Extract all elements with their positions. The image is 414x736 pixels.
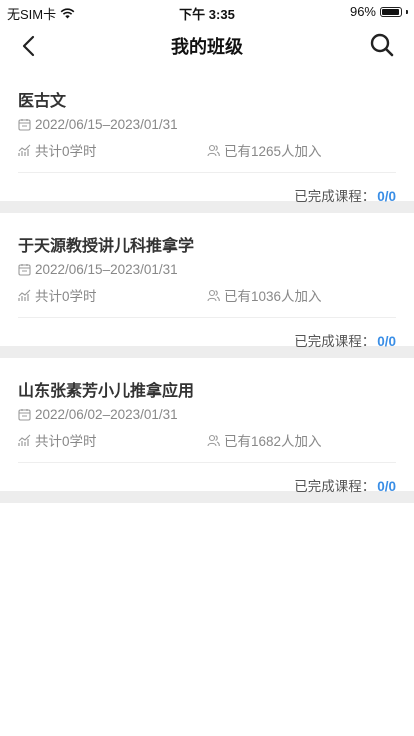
date-row: 2022/06/15–2023/01/31 bbox=[18, 262, 178, 277]
class-card[interactable]: 于天源教授讲儿科推拿学 2022/06/15–2023/01/31 共计0学时 … bbox=[0, 213, 414, 358]
date-row: 2022/06/15–2023/01/31 bbox=[18, 117, 178, 132]
calendar-icon bbox=[18, 119, 31, 131]
battery-icon bbox=[380, 6, 402, 17]
chart-icon bbox=[18, 144, 31, 156]
date-range: 2022/06/15–2023/01/31 bbox=[35, 262, 178, 277]
date-row: 2022/06/02–2023/01/31 bbox=[18, 407, 178, 422]
class-title: 于天源教授讲儿科推拿学 bbox=[18, 238, 195, 255]
joined-count: 已有1682人加入 bbox=[224, 434, 322, 449]
status-bar: 无SIM卡 下午 3:35 96% bbox=[0, 0, 414, 22]
completed-courses: 已完成课程： 0/0 bbox=[294, 330, 396, 350]
completed-value: 0/0 bbox=[377, 334, 396, 349]
hours-row: 共计0学时 bbox=[18, 430, 97, 450]
battery-percent: 96% bbox=[349, 4, 376, 19]
users-icon bbox=[207, 289, 220, 301]
total-hours: 共计0学时 bbox=[35, 434, 97, 449]
date-range: 2022/06/02–2023/01/31 bbox=[35, 407, 178, 422]
status-right: 96% bbox=[350, 4, 408, 19]
calendar-icon bbox=[18, 264, 31, 276]
class-list: 医古文 2022/06/15–2023/01/31 共计0学时 已有1265人加… bbox=[0, 68, 414, 503]
battery-tip bbox=[406, 9, 408, 14]
completed-label: 已完成课程： bbox=[294, 189, 376, 204]
chart-icon bbox=[18, 434, 31, 446]
joined-count: 已有1265人加入 bbox=[224, 144, 322, 159]
class-title: 山东张素芳小儿推拿应用 bbox=[18, 383, 195, 400]
hours-row: 共计0学时 bbox=[18, 285, 97, 305]
completed-courses: 已完成课程： 0/0 bbox=[294, 475, 396, 495]
chart-icon bbox=[18, 289, 31, 301]
users-icon bbox=[207, 144, 220, 156]
page-title: 我的班级 bbox=[171, 37, 243, 57]
search-icon bbox=[370, 33, 394, 57]
completed-label: 已完成课程： bbox=[294, 334, 376, 349]
search-button[interactable] bbox=[368, 31, 396, 59]
joined-row: 已有1036人加入 bbox=[207, 285, 322, 305]
joined-count: 已有1036人加入 bbox=[224, 289, 322, 304]
completed-label: 已完成课程： bbox=[294, 479, 376, 494]
date-range: 2022/06/15–2023/01/31 bbox=[35, 117, 178, 132]
class-card[interactable]: 山东张素芳小儿推拿应用 2022/06/02–2023/01/31 共计0学时 … bbox=[0, 358, 414, 503]
completed-value: 0/0 bbox=[377, 189, 396, 204]
calendar-icon bbox=[18, 409, 31, 421]
completed-value: 0/0 bbox=[377, 479, 396, 494]
divider bbox=[18, 172, 396, 173]
class-card[interactable]: 医古文 2022/06/15–2023/01/31 共计0学时 已有1265人加… bbox=[0, 68, 414, 213]
joined-row: 已有1682人加入 bbox=[207, 430, 322, 450]
divider bbox=[18, 462, 396, 463]
total-hours: 共计0学时 bbox=[35, 289, 97, 304]
joined-row: 已有1265人加入 bbox=[207, 140, 322, 160]
hours-row: 共计0学时 bbox=[18, 140, 97, 160]
completed-courses: 已完成课程： 0/0 bbox=[294, 185, 396, 205]
users-icon bbox=[207, 434, 220, 446]
class-title: 医古文 bbox=[18, 93, 67, 110]
total-hours: 共计0学时 bbox=[35, 144, 97, 159]
divider bbox=[18, 317, 396, 318]
nav-bar: 我的班级 bbox=[0, 22, 414, 69]
